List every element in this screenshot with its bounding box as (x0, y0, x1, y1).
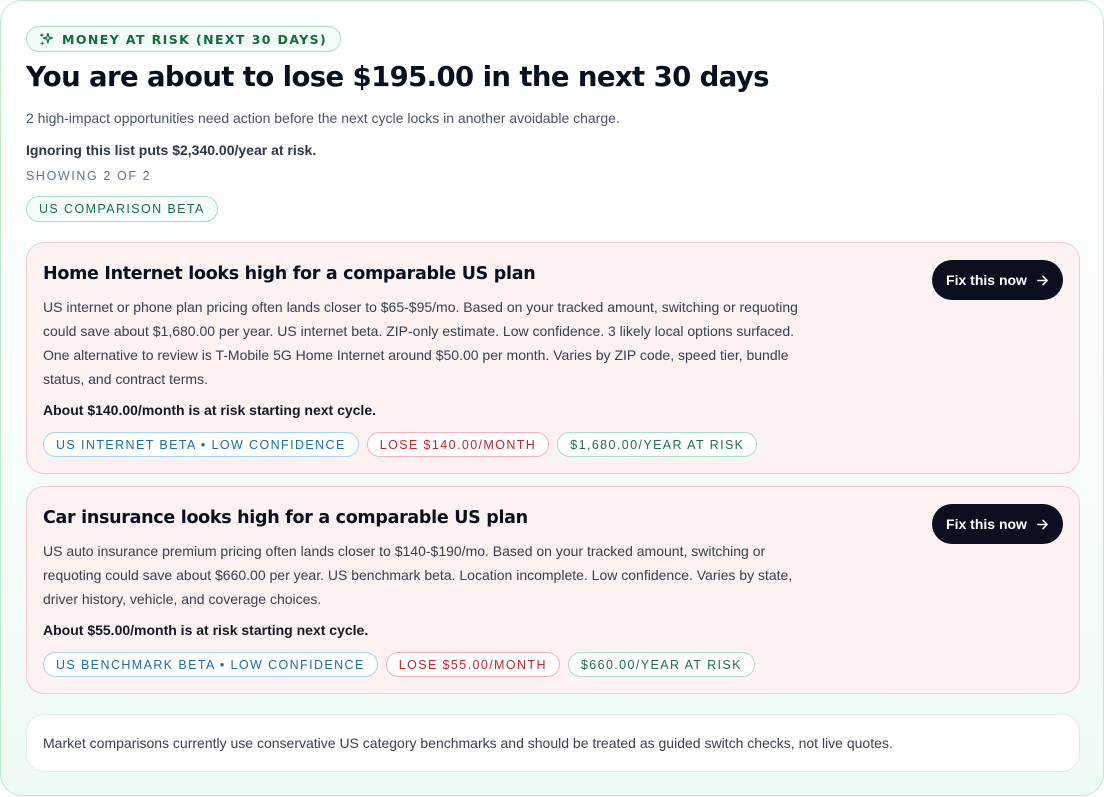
arrow-right-icon (1037, 275, 1048, 285)
page-title: You are about to lose $195.00 in the nex… (26, 61, 770, 93)
fix-this-now-button[interactable]: Fix this now (932, 504, 1063, 544)
opportunity-card-home-internet: Home Internet looks high for a comparabl… (26, 242, 1080, 474)
eyebrow-label: MONEY AT RISK (NEXT 30 DAYS) (62, 31, 328, 47)
us-comparison-beta-badge: US COMPARISON BETA (26, 196, 218, 222)
annual-risk-summary: Ignoring this list puts $2,340.00/year a… (26, 142, 317, 158)
confidence-tag: US BENCHMARK BETA • LOW CONFIDENCE (43, 652, 378, 677)
card-tags: US INTERNET BETA • LOW CONFIDENCE LOSE $… (43, 432, 758, 457)
sparkles-icon (39, 32, 54, 46)
card-description: US auto insurance premium pricing often … (43, 543, 793, 607)
confidence-tag: US INTERNET BETA • LOW CONFIDENCE (43, 432, 359, 457)
arrow-right-icon (1037, 519, 1048, 529)
yearly-risk-tag: $1,680.00/YEAR AT RISK (557, 432, 758, 457)
yearly-risk-tag: $660.00/YEAR AT RISK (567, 652, 755, 677)
card-tags: US BENCHMARK BETA • LOW CONFIDENCE LOSE … (43, 652, 755, 677)
card-title: Home Internet looks high for a comparabl… (43, 264, 536, 284)
card-title: Car insurance looks high for a comparabl… (43, 508, 528, 528)
card-monthly-risk: About $55.00/month is at risk starting n… (43, 622, 369, 638)
card-description: US internet or phone plan pricing often … (43, 299, 798, 387)
money-at-risk-panel: MONEY AT RISK (NEXT 30 DAYS) You are abo… (0, 0, 1104, 796)
button-label: Fix this now (946, 516, 1027, 532)
market-comparison-footnote: Market comparisons currently use conserv… (26, 714, 1080, 772)
fix-this-now-button[interactable]: Fix this now (932, 260, 1063, 300)
result-count: SHOWING 2 OF 2 (26, 169, 152, 183)
footnote-text: Market comparisons currently use conserv… (43, 735, 893, 751)
monthly-loss-tag: LOSE $55.00/MONTH (385, 652, 560, 677)
card-monthly-risk: About $140.00/month is at risk starting … (43, 402, 376, 418)
button-label: Fix this now (946, 272, 1027, 288)
monthly-loss-tag: LOSE $140.00/MONTH (366, 432, 550, 457)
page-subtitle: 2 high-impact opportunities need action … (26, 110, 620, 126)
money-at-risk-eyebrow: MONEY AT RISK (NEXT 30 DAYS) (26, 26, 342, 52)
opportunity-card-car-insurance: Car insurance looks high for a comparabl… (26, 486, 1080, 694)
